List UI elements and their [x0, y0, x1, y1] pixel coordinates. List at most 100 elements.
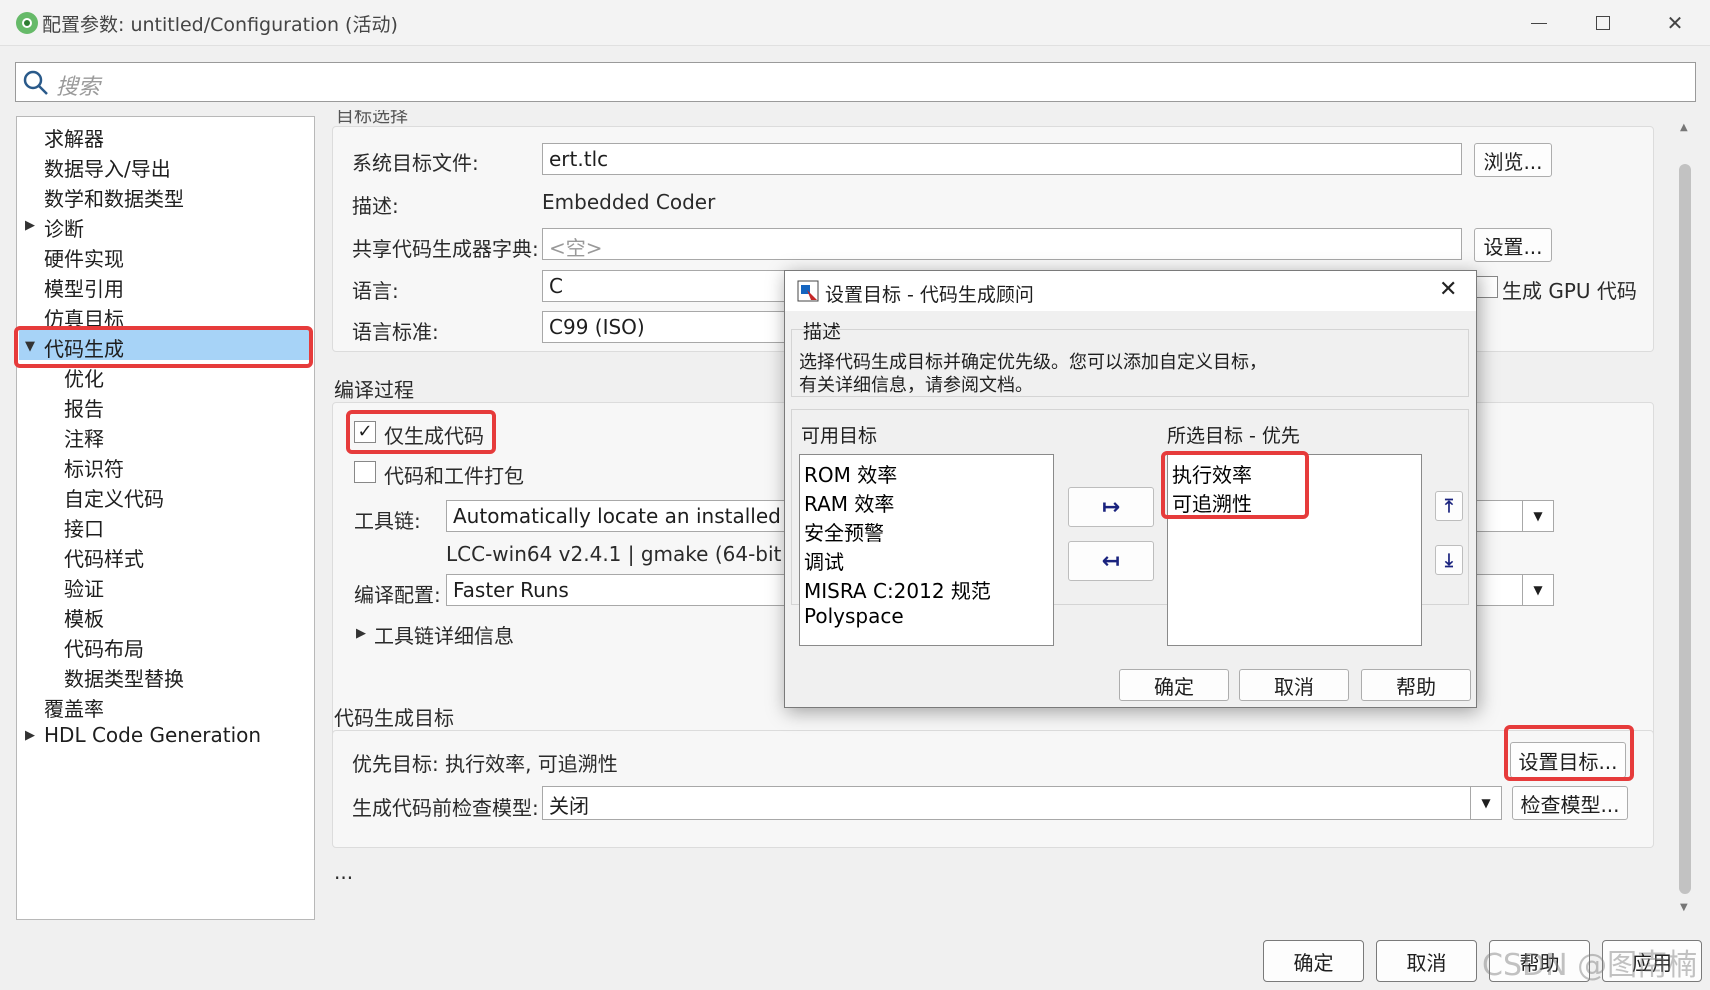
package-checkbox[interactable] — [354, 461, 376, 483]
selected-header: 所选目标 - 优先 — [1167, 425, 1300, 447]
minimize-button[interactable] — [1504, 0, 1574, 46]
chevron-down-icon[interactable]: ▼ — [1522, 574, 1554, 606]
cancel-button[interactable]: 取消 — [1376, 940, 1477, 982]
system-target-label: 系统目标文件: — [352, 151, 479, 175]
browse-button[interactable]: 浏览... — [1474, 143, 1552, 177]
tree-item-math-types[interactable]: 数学和数据类型 — [44, 183, 184, 212]
scroll-thumb[interactable] — [1679, 164, 1691, 894]
maximize-button[interactable] — [1568, 0, 1638, 46]
tree-item-code-style[interactable]: 代码样式 — [64, 543, 144, 572]
category-tree: 求解器 数据导入/导出 数学和数据类型 ▶ 诊断 硬件实现 模型引用 仿真目标 … — [16, 116, 315, 920]
tree-item-data-type-replace[interactable]: 数据类型替换 — [64, 663, 184, 692]
tree-item-code-placement[interactable]: 代码布局 — [64, 633, 144, 662]
chevron-down-icon[interactable]: ▼ — [1522, 500, 1554, 532]
tree-item-diagnostics[interactable]: 诊断 — [44, 213, 84, 242]
move-down-button[interactable]: ⤓ — [1435, 545, 1463, 575]
ok-button[interactable]: 确定 — [1263, 940, 1364, 982]
tree-item-verification[interactable]: 验证 — [64, 573, 104, 602]
tree-item-hdl[interactable]: HDL Code Generation — [44, 723, 261, 747]
list-item[interactable]: RAM 效率 — [804, 488, 894, 517]
gpu-checkbox[interactable] — [1476, 276, 1498, 298]
gpu-label: 生成 GPU 代码 — [1502, 279, 1637, 303]
expand-arrow-icon[interactable]: ▶ — [25, 218, 35, 233]
package-label: 代码和工件打包 — [384, 464, 524, 488]
dialog-app-icon — [797, 280, 819, 302]
available-header: 可用目标 — [801, 425, 878, 447]
tree-item-comments[interactable]: 注释 — [64, 423, 104, 452]
section-header-target: 目标选择 — [336, 106, 408, 127]
move-up-button[interactable]: ⤒ — [1435, 491, 1463, 521]
dialog-title-bar: 设置目标 - 代码生成顾问 ✕ — [785, 271, 1476, 311]
highlight-box-gen-code-only — [346, 410, 496, 454]
minimize-icon — [1531, 22, 1547, 24]
highlight-box-codegen — [14, 326, 313, 368]
dialog-ok-button[interactable]: 确定 — [1119, 669, 1229, 701]
chevron-down-icon[interactable]: ▼ — [1470, 786, 1502, 820]
tree-item-custom-code[interactable]: 自定义代码 — [64, 483, 164, 512]
shared-dict-field[interactable]: <空> — [542, 228, 1462, 260]
arrow-down-icon: ⤓ — [1445, 549, 1453, 571]
toolchain-label: 工具链: — [354, 509, 421, 533]
list-item[interactable]: MISRA C:2012 规范 — [804, 575, 991, 604]
tree-item-report[interactable]: 报告 — [64, 393, 104, 422]
search-icon — [23, 70, 48, 95]
tree-item-data-io[interactable]: 数据导入/导出 — [44, 153, 171, 182]
maximize-icon — [1596, 16, 1610, 30]
dialog-description-line2: 有关详细信息，请参阅文档。 — [799, 375, 1033, 396]
dialog-close-icon[interactable]: ✕ — [1439, 277, 1457, 302]
window-title: 配置参数: untitled/Configuration (活动) — [42, 14, 398, 36]
expand-arrow-icon[interactable]: ▶ — [356, 626, 366, 641]
close-button[interactable]: ✕ — [1640, 0, 1710, 46]
tree-item-hardware[interactable]: 硬件实现 — [44, 243, 124, 272]
list-item[interactable]: 调试 — [804, 546, 844, 575]
shared-dict-button[interactable]: 设置... — [1474, 228, 1552, 262]
description-value: Embedded Coder — [542, 190, 716, 214]
tree-item-model-ref[interactable]: 模型引用 — [44, 273, 124, 302]
close-icon: ✕ — [1666, 11, 1684, 35]
lang-std-label: 语言标准: — [352, 320, 439, 344]
check-model-button[interactable]: 检查模型... — [1512, 786, 1628, 820]
highlight-box-set-objectives — [1504, 725, 1634, 781]
arrow-left-icon: ↤ — [1101, 548, 1121, 574]
search-input[interactable]: 搜索 — [15, 62, 1696, 102]
priority-label: 优先目标: 执行效率, 可追溯性 — [352, 752, 618, 776]
highlight-box-selected — [1161, 451, 1309, 519]
remove-objective-button[interactable]: ↤ — [1068, 541, 1154, 581]
title-bar: 配置参数: untitled/Configuration (活动) ✕ — [0, 0, 1710, 46]
arrow-up-icon: ⤒ — [1445, 495, 1453, 517]
tree-item-interface[interactable]: 接口 — [64, 513, 104, 542]
lang-std-dropdown[interactable]: C99 (ISO) — [542, 311, 792, 343]
build-config-label: 编译配置: — [354, 583, 441, 607]
ellipsis-text: ... — [334, 860, 354, 884]
check-model-label: 生成代码前检查模型: — [352, 796, 539, 820]
tree-item-templates[interactable]: 模板 — [64, 603, 104, 632]
section-header-objectives: 代码生成目标 — [334, 706, 454, 730]
add-objective-button[interactable]: ↦ — [1068, 487, 1154, 527]
language-dropdown[interactable]: C — [542, 270, 792, 302]
tree-item-coverage[interactable]: 覆盖率 — [44, 693, 104, 722]
dialog-cancel-button[interactable]: 取消 — [1239, 669, 1349, 701]
dialog-help-button[interactable]: 帮助 — [1361, 669, 1471, 701]
vertical-scrollbar[interactable]: ▲ ▼ — [1674, 116, 1696, 916]
scroll-down-icon[interactable]: ▼ — [1680, 902, 1688, 913]
dialog-title: 设置目标 - 代码生成顾问 — [825, 284, 1034, 306]
system-target-field[interactable]: ert.tlc — [542, 143, 1462, 175]
list-item[interactable]: Polyspace — [804, 604, 904, 628]
matlab-app-icon — [16, 12, 38, 34]
tree-item-solver[interactable]: 求解器 — [44, 123, 104, 152]
language-label: 语言: — [352, 279, 399, 303]
set-objectives-dialog: 设置目标 - 代码生成顾问 ✕ 描述 选择代码生成目标并确定优先级。您可以添加自… — [784, 270, 1477, 708]
check-model-dropdown[interactable]: 关闭 — [542, 786, 1482, 820]
list-item[interactable]: 安全预警 — [804, 517, 884, 546]
search-placeholder: 搜索 — [56, 75, 101, 100]
tree-item-identifiers[interactable]: 标识符 — [64, 453, 124, 482]
list-item[interactable]: ROM 效率 — [804, 459, 897, 488]
description-label: 描述: — [352, 194, 399, 218]
watermark: CSDN @图南楠 — [1482, 948, 1698, 983]
scroll-up-icon[interactable]: ▲ — [1680, 122, 1688, 133]
toolchain-details[interactable]: 工具链详细信息 — [374, 620, 514, 649]
expand-arrow-icon[interactable]: ▶ — [25, 728, 35, 743]
arrow-right-icon: ↦ — [1101, 494, 1121, 520]
available-list[interactable]: ROM 效率 RAM 效率 安全预警 调试 MISRA C:2012 规范 Po… — [799, 454, 1054, 646]
section-header-build: 编译过程 — [334, 378, 414, 402]
